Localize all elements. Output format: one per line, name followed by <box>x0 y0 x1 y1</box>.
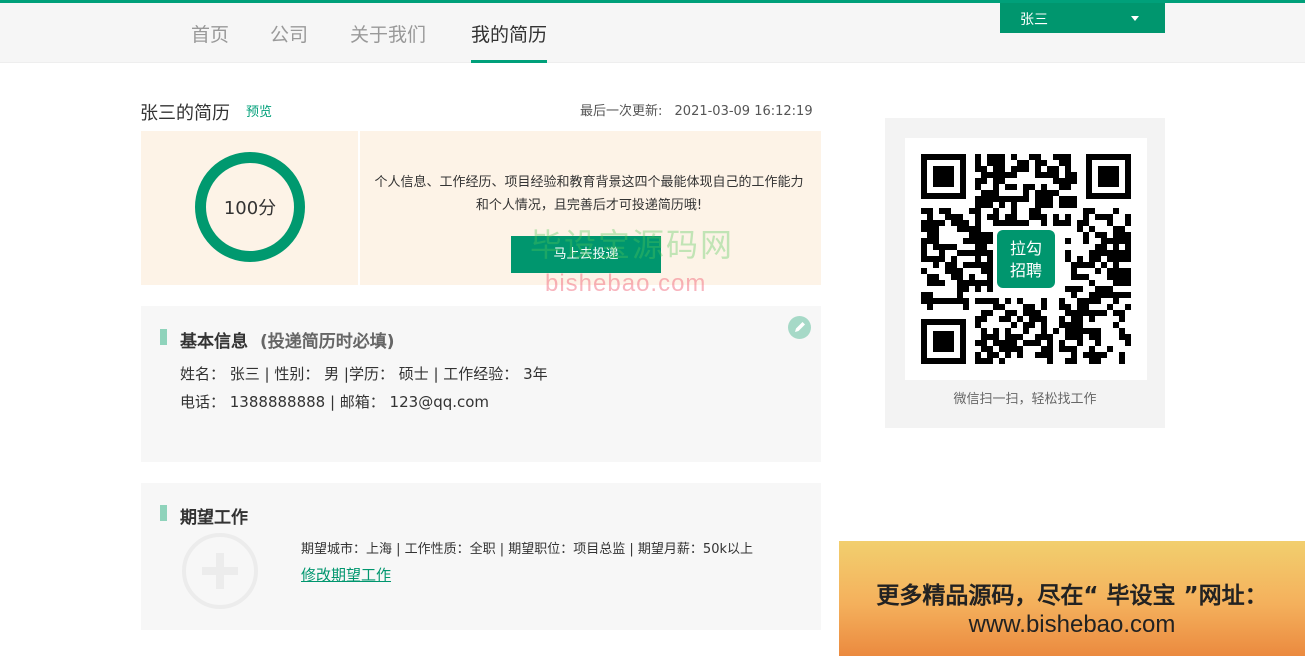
pencil-icon[interactable] <box>788 316 811 339</box>
expectation-title: 期望工作 <box>180 508 248 528</box>
nav-about[interactable]: 关于我们 <box>350 20 426 63</box>
ad-line-2: www.bishebao.com <box>968 611 1176 638</box>
nav-home[interactable]: 首页 <box>191 20 229 63</box>
basic-info-title: 基本信息 (投递简历时必填) <box>180 327 395 352</box>
edit-expectation-link[interactable]: 修改期望工作 <box>301 564 391 585</box>
update-value: 2021-03-09 16:12:19 <box>674 104 813 119</box>
qr-caption: 微信扫一扫，轻松找工作 <box>953 392 1097 407</box>
qr-center-label-2: 招聘 <box>1010 261 1042 280</box>
resume-title: 张三的简历 <box>140 103 230 124</box>
ad-banner[interactable]: 更多精品源码，尽在“ 毕设宝 ”网址： www.bishebao.com <box>839 541 1305 656</box>
expectation-card: 期望工作 期望城市：上海 | 工作性质：全职 | 期望职位：项目总监 | 期望月… <box>141 483 821 630</box>
section-marker <box>160 505 167 521</box>
caret-down-icon <box>1131 16 1139 21</box>
score-description: 个人信息、工作经历、项目经验和教育背景这四个最能体现自己的工作能力和个人情况，且… <box>374 175 804 213</box>
section-marker <box>160 329 167 345</box>
score-panel: 100分 个人信息、工作经历、项目经验和教育背景这四个最能体现自己的工作能力和个… <box>141 131 821 285</box>
basic-info-card: 基本信息 (投递简历时必填) 姓名： 张三 | 性别： 男 |学历： 硕士 | 工… <box>141 306 821 462</box>
nav-my-resume-label: 我的简历 <box>471 24 548 46</box>
plus-circle-icon <box>182 533 258 609</box>
update-label: 最后一次更新: <box>580 104 663 119</box>
deliver-resume-button[interactable]: 马上去投递 <box>511 236 661 273</box>
score-value: 100分 <box>223 198 277 219</box>
qr-panel: 拉勾 招聘 微信扫一扫，轻松找工作 <box>885 118 1165 428</box>
preview-link[interactable]: 预览 <box>246 101 272 120</box>
basic-info-line-2: 电话： 1388888888 | 邮箱： 123@qq.com <box>180 393 490 411</box>
score-ring: 100分 <box>195 152 305 262</box>
basic-info-title-text: 基本信息 <box>180 332 248 352</box>
qr-code-image: 拉勾 招聘 <box>921 154 1131 364</box>
expectation-line: 期望城市：上海 | 工作性质：全职 | 期望职位：项目总监 | 期望月薪：50k… <box>301 542 754 557</box>
basic-info-line-1: 姓名： 张三 | 性别： 男 |学历： 硕士 | 工作经验： 3年 <box>180 365 548 383</box>
user-menu[interactable]: 张三 <box>1000 3 1165 33</box>
nav-active-underline <box>471 60 548 63</box>
score-divider <box>358 131 360 285</box>
user-name: 张三 <box>1020 12 1048 28</box>
nav-my-resume[interactable]: 我的简历 <box>471 20 548 63</box>
update-time: 最后一次更新: 2021-03-09 16:12:19 <box>580 100 813 119</box>
qr-center-label-1: 拉勾 <box>1010 239 1042 258</box>
qr-code: 拉勾 招聘 <box>905 138 1147 380</box>
ad-line-1: 更多精品源码，尽在“ 毕设宝 ”网址： <box>876 583 1268 609</box>
basic-info-note: (投递简历时必填) <box>260 332 395 352</box>
nav-company[interactable]: 公司 <box>270 20 308 63</box>
